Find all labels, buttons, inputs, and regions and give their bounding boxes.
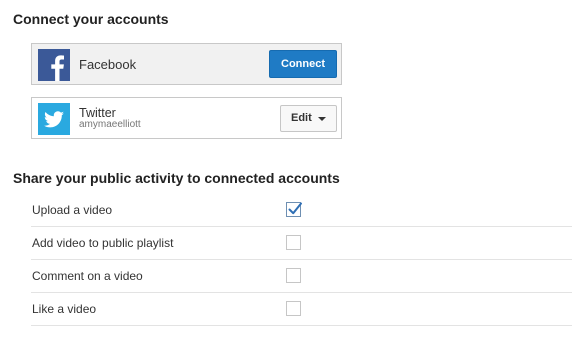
twitter-logo-icon: [38, 103, 70, 135]
activity-row-add-to-playlist: Add video to public playlist: [31, 227, 572, 260]
facebook-connect-button[interactable]: Connect: [269, 50, 337, 78]
add-to-playlist-checkbox[interactable]: [286, 235, 301, 250]
activity-row-upload-video: Upload a video: [31, 194, 572, 227]
twitter-account-card: Twitter amymaeelliott Edit: [31, 97, 342, 139]
activity-row-comment: Comment on a video: [31, 260, 572, 293]
share-activity-heading: Share your public activity to connected …: [13, 170, 340, 186]
comment-checkbox[interactable]: [286, 268, 301, 283]
checkmark-icon: [288, 202, 302, 215]
twitter-username: amymaeelliott: [79, 119, 141, 130]
activity-label: Like a video: [32, 302, 97, 316]
twitter-edit-dropdown-button[interactable]: Edit: [280, 105, 337, 132]
twitter-account-name: Twitter: [79, 106, 116, 120]
activity-label: Upload a video: [32, 203, 113, 217]
facebook-account-name: Facebook: [79, 57, 137, 72]
upload-video-checkbox[interactable]: [286, 202, 302, 217]
facebook-account-card: Facebook Connect: [31, 43, 342, 85]
edit-button-label: Edit: [291, 112, 312, 124]
share-activity-list: Upload a video Add video to public playl…: [31, 194, 572, 326]
like-checkbox[interactable]: [286, 301, 301, 316]
connect-accounts-heading: Connect your accounts: [13, 11, 169, 27]
caret-down-icon: [318, 117, 326, 121]
facebook-logo-icon: [38, 49, 70, 81]
activity-row-like: Like a video: [31, 293, 572, 326]
activity-label: Add video to public playlist: [32, 236, 174, 250]
activity-label: Comment on a video: [32, 269, 143, 283]
